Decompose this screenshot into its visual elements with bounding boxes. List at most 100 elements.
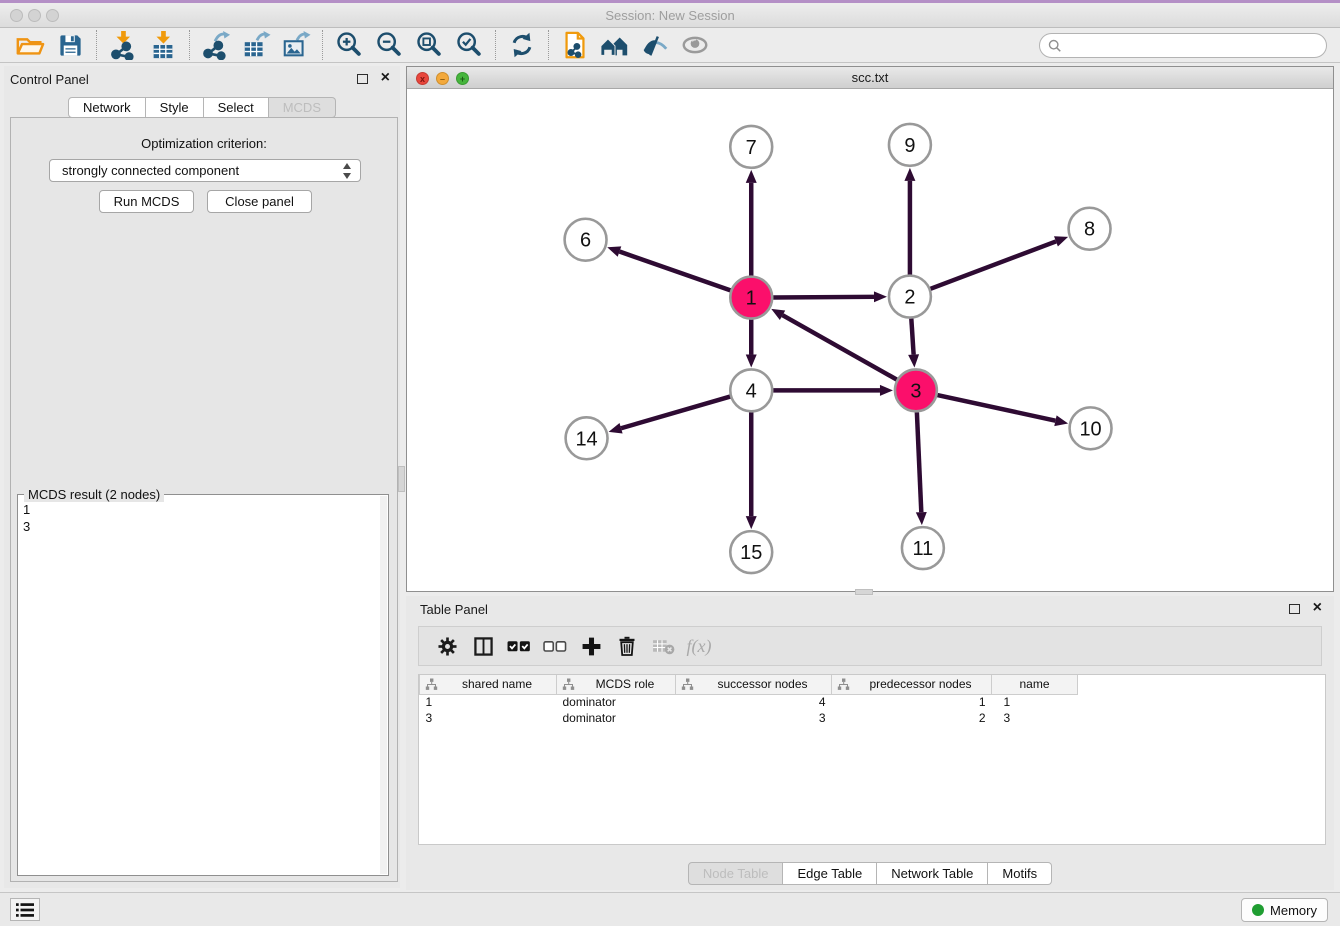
- run-mcds-button[interactable]: Run MCDS: [99, 190, 194, 213]
- zoom-fit-icon[interactable]: [409, 29, 449, 61]
- graph-edge-3-1[interactable]: [783, 315, 897, 379]
- graph-node-label-15: 15: [740, 542, 762, 564]
- graph-edge-2-3[interactable]: [911, 318, 913, 354]
- toolbar-separator: [96, 30, 97, 60]
- import-table-icon[interactable]: [143, 29, 183, 61]
- delete-icon[interactable]: [609, 631, 645, 661]
- save-icon[interactable]: [50, 29, 90, 61]
- table-tabs: Node Table Edge Table Network Table Moti…: [406, 862, 1334, 885]
- home-icon[interactable]: [595, 29, 635, 61]
- column-header-name[interactable]: name: [992, 675, 1078, 694]
- graphics-details-icon[interactable]: [635, 29, 675, 61]
- export-network-icon[interactable]: [196, 29, 236, 61]
- optimization-criterion-select[interactable]: strongly connected component: [49, 159, 361, 182]
- import-network-icon[interactable]: [103, 29, 143, 61]
- graph-edge-3-11[interactable]: [917, 412, 921, 512]
- search-box[interactable]: [1039, 33, 1327, 58]
- app-titlebar: Session: New Session: [0, 3, 1340, 28]
- tab-node-table[interactable]: Node Table: [688, 862, 784, 885]
- show-columns-icon[interactable]: [465, 631, 501, 661]
- zoom-in-icon[interactable]: [329, 29, 369, 61]
- main-toolbar: [0, 28, 1340, 63]
- graph-node-label-8: 8: [1084, 219, 1095, 241]
- graph-edge-3-10[interactable]: [937, 395, 1055, 421]
- search-input[interactable]: [1067, 38, 1326, 53]
- export-image-icon[interactable]: [276, 29, 316, 61]
- table-row[interactable]: 3 dominator 3 2 3: [420, 710, 1078, 726]
- table-row[interactable]: 1 dominator 4 1 1: [420, 694, 1078, 710]
- network-graph[interactable]: 1234678910111415: [407, 89, 1333, 591]
- graph-edge-arrowhead: [746, 516, 757, 529]
- tab-network-table[interactable]: Network Table: [877, 862, 988, 885]
- eye-icon[interactable]: [675, 29, 715, 61]
- close-panel-icon[interactable]: ×: [381, 69, 390, 87]
- tab-edge-table[interactable]: Edge Table: [783, 862, 877, 885]
- hierarchy-icon: [837, 678, 850, 694]
- network-window-title: scc.txt: [407, 70, 1333, 85]
- vertical-splitter-handle[interactable]: [398, 466, 405, 492]
- graph-edge-arrowhead: [1054, 415, 1068, 426]
- control-panel: Control Panel × Network Style Select MCD…: [4, 66, 400, 888]
- graph-edge-arrowhead: [1054, 236, 1068, 246]
- status-bar: Memory: [0, 892, 1340, 926]
- refresh-icon[interactable]: [502, 29, 542, 61]
- column-header-successor-nodes[interactable]: successor nodes: [676, 675, 832, 694]
- zoom-selected-icon[interactable]: [449, 29, 489, 61]
- result-scrollbar[interactable]: [380, 496, 387, 874]
- column-header-predecessor-nodes[interactable]: predecessor nodes: [832, 675, 992, 694]
- memory-button[interactable]: Memory: [1241, 898, 1328, 922]
- network-canvas[interactable]: 1234678910111415: [407, 89, 1333, 591]
- window-title: Session: New Session: [0, 8, 1340, 23]
- network-window-titlebar[interactable]: x – + scc.txt: [407, 67, 1333, 89]
- gear-icon[interactable]: [429, 631, 465, 661]
- close-table-panel-icon[interactable]: ×: [1313, 599, 1322, 617]
- graph-edge-arrowhead: [916, 512, 927, 525]
- optimization-criterion-label: Optimization criterion:: [11, 136, 397, 151]
- export-table-icon[interactable]: [236, 29, 276, 61]
- graph-edge-2-8[interactable]: [930, 241, 1055, 288]
- optimization-criterion-value: strongly connected component: [62, 163, 239, 178]
- tab-motifs[interactable]: Motifs: [988, 862, 1052, 885]
- unselect-all-icon[interactable]: [537, 631, 573, 661]
- table-panel: Table Panel × f(x) shared: [406, 596, 1334, 890]
- graph-node-label-14: 14: [575, 428, 597, 450]
- toolbar-separator: [548, 30, 549, 60]
- close-panel-button[interactable]: Close panel: [207, 190, 312, 213]
- graph-edge-arrowhead: [874, 291, 887, 302]
- float-table-panel-icon[interactable]: [1289, 604, 1300, 614]
- new-network-from-selection-icon[interactable]: [555, 29, 595, 61]
- tab-network[interactable]: Network: [68, 97, 146, 118]
- graph-edge-4-14[interactable]: [621, 397, 730, 429]
- graph-node-label-10: 10: [1079, 418, 1101, 440]
- hierarchy-icon: [562, 678, 575, 694]
- graph-edge-arrowhead: [908, 354, 919, 367]
- graph-edge-1-2[interactable]: [773, 297, 874, 298]
- select-all-icon[interactable]: [501, 631, 537, 661]
- open-folder-icon[interactable]: [10, 29, 50, 61]
- tab-select[interactable]: Select: [204, 97, 269, 118]
- select-stepper-icon: [342, 163, 352, 179]
- memory-status-icon: [1252, 904, 1264, 916]
- tab-style[interactable]: Style: [146, 97, 204, 118]
- mcds-result-title: MCDS result (2 nodes): [24, 487, 164, 502]
- column-header-mcds-role[interactable]: MCDS role: [557, 675, 676, 694]
- task-history-icon[interactable]: [10, 898, 40, 921]
- add-icon[interactable]: [573, 631, 609, 661]
- graph-edge-arrowhead: [746, 170, 757, 183]
- graph-node-label-1: 1: [746, 288, 757, 310]
- float-panel-icon[interactable]: [357, 74, 368, 84]
- function-icon[interactable]: f(x): [681, 631, 717, 661]
- hierarchy-icon: [681, 678, 694, 694]
- graph-edge-arrowhead: [880, 385, 893, 396]
- delete-table-icon[interactable]: [645, 631, 681, 661]
- tab-mcds[interactable]: MCDS: [269, 97, 336, 118]
- table-toolbar: f(x): [418, 626, 1322, 666]
- mcds-result-text[interactable]: 1 3: [23, 501, 30, 535]
- graph-edge-1-6[interactable]: [619, 252, 730, 291]
- horizontal-splitter-handle[interactable]: [855, 589, 873, 595]
- mcds-result-box: MCDS result (2 nodes) 1 3: [17, 494, 389, 876]
- column-header-shared-name[interactable]: shared name: [420, 675, 557, 694]
- graph-node-label-9: 9: [904, 135, 915, 157]
- zoom-out-icon[interactable]: [369, 29, 409, 61]
- toolbar-separator: [189, 30, 190, 60]
